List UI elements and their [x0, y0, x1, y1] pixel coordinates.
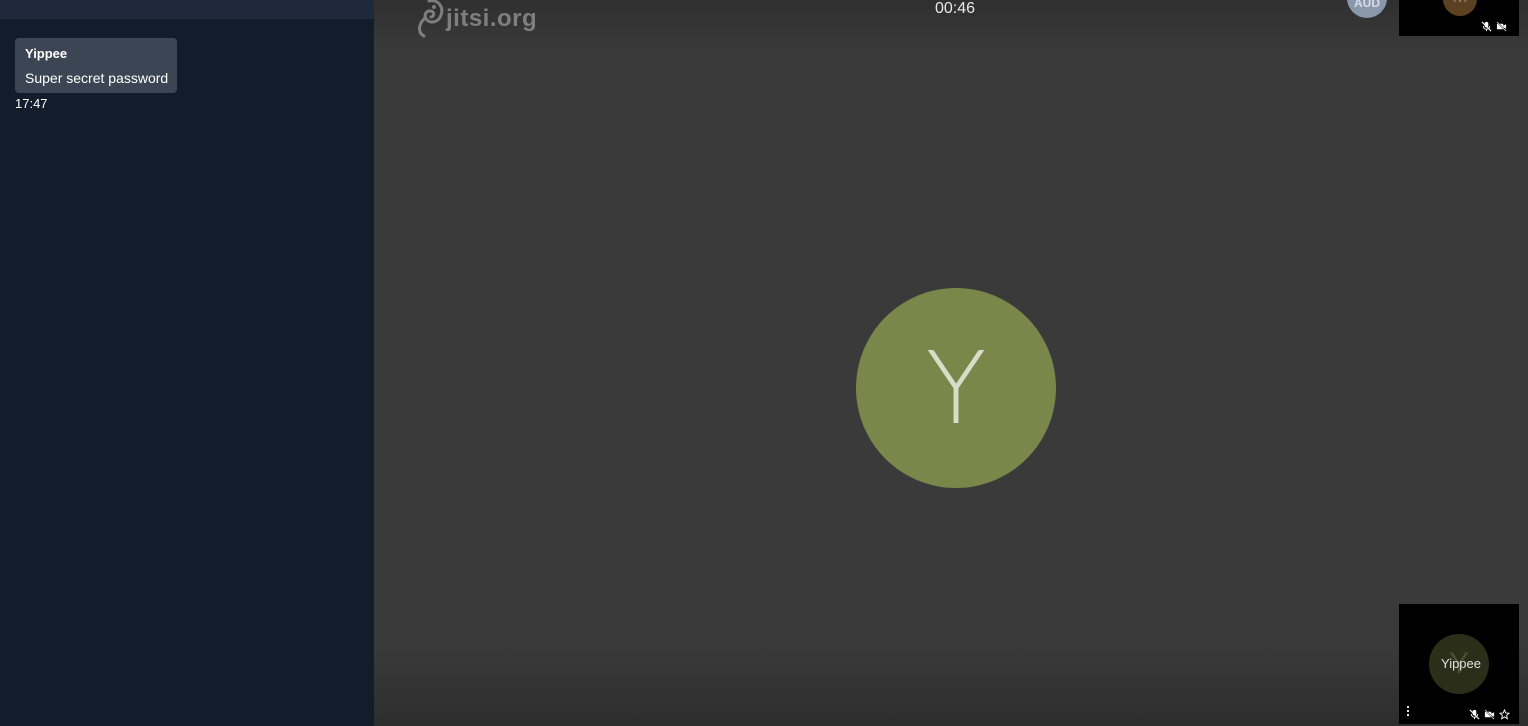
jitsi-logo-icon	[410, 0, 448, 44]
chat-message-time: 17:47	[15, 96, 48, 111]
local-participant-thumbnail[interactable]: Y Yippee	[1399, 604, 1519, 724]
dominant-speaker-avatar: Y	[856, 288, 1056, 488]
watermark-text: jitsi.org	[446, 5, 538, 32]
remote-participant-initial: M	[1453, 0, 1468, 6]
mic-off-icon	[1481, 19, 1492, 36]
local-status-icons	[1469, 707, 1511, 724]
mic-off-icon	[1469, 707, 1480, 724]
local-participant-name: Yippee	[1441, 656, 1481, 671]
remote-participant-thumbnail[interactable]: M	[1399, 0, 1519, 36]
large-video-stage: jitsi.org 00:46 AUD Y	[374, 0, 1528, 726]
more-menu-icon[interactable]	[1405, 704, 1411, 717]
video-off-icon	[1496, 19, 1507, 36]
chat-header	[0, 0, 374, 19]
conference-timer: 00:46	[934, 0, 976, 17]
chat-message: Yippee Super secret password	[15, 38, 177, 93]
chat-panel: Yippee Super secret password 17:47	[0, 0, 374, 726]
dominant-speaker-initial: Y	[925, 329, 987, 447]
chat-message-text: Super secret password	[25, 70, 169, 86]
star-icon	[1498, 707, 1511, 724]
remote-status-icons	[1481, 19, 1507, 36]
participant-avatar-initials: AUD	[1354, 0, 1380, 10]
video-off-icon	[1484, 707, 1495, 724]
chat-message-sender: Yippee	[25, 46, 68, 61]
remote-participant-avatar: M	[1443, 0, 1477, 16]
jitsi-watermark[interactable]: jitsi.org	[410, 0, 537, 41]
stage-bottom-gradient	[374, 646, 1528, 726]
